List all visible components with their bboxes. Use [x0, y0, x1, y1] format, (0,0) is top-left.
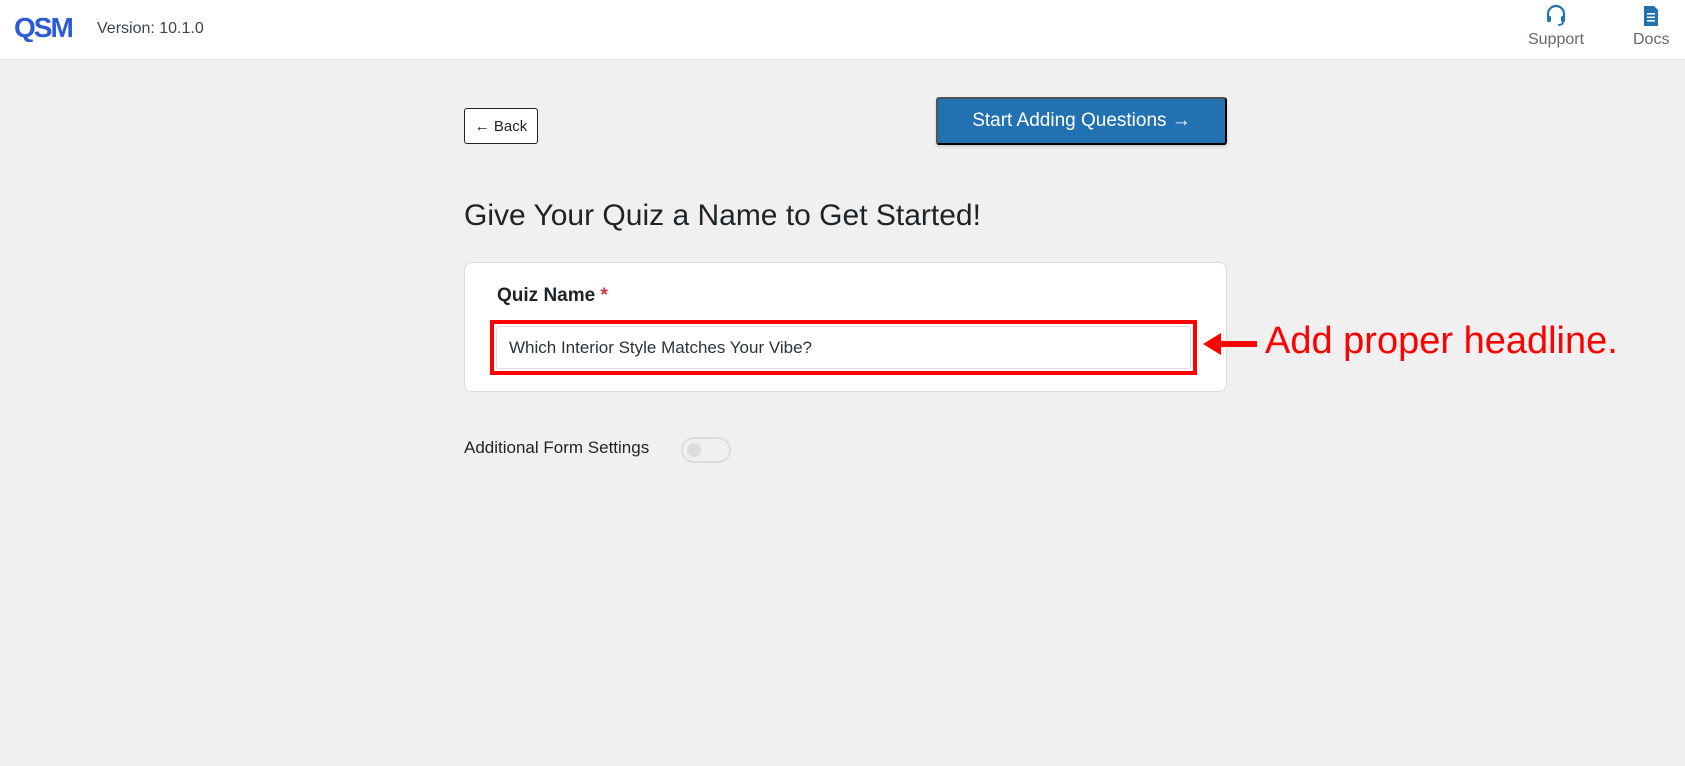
- version-text: Version: 10.1.0: [97, 20, 204, 37]
- annotation-text: Add proper headline.: [1265, 320, 1618, 362]
- support-link[interactable]: Support: [1528, 4, 1584, 49]
- quiz-name-input[interactable]: [496, 326, 1191, 369]
- qsm-logo[interactable]: QSM: [14, 12, 74, 42]
- quiz-name-label: Quiz Name *: [497, 285, 608, 307]
- required-marker: *: [600, 285, 608, 306]
- document-icon: [1644, 6, 1659, 26]
- quiz-name-label-text: Quiz Name: [497, 285, 596, 306]
- docs-link[interactable]: Docs: [1633, 4, 1669, 49]
- additional-settings-toggle[interactable]: [681, 437, 731, 463]
- quiz-name-card: Quiz Name *: [464, 262, 1227, 392]
- additional-settings-label: Additional Form Settings: [464, 438, 650, 457]
- support-label: Support: [1528, 31, 1585, 48]
- headset-icon: [1546, 4, 1566, 26]
- page-title: Give Your Quiz a Name to Get Started!: [464, 199, 981, 232]
- annotation-arrow-icon: [1203, 333, 1257, 355]
- start-adding-questions-button[interactable]: Start Adding Questions →: [936, 97, 1227, 145]
- top-bar: QSM Version: 10.1.0 Support Docs: [0, 0, 1685, 60]
- back-button[interactable]: ← Back: [464, 108, 538, 144]
- svg-text:QSM: QSM: [14, 12, 72, 42]
- toggle-knob: [687, 443, 701, 457]
- docs-label: Docs: [1633, 31, 1670, 48]
